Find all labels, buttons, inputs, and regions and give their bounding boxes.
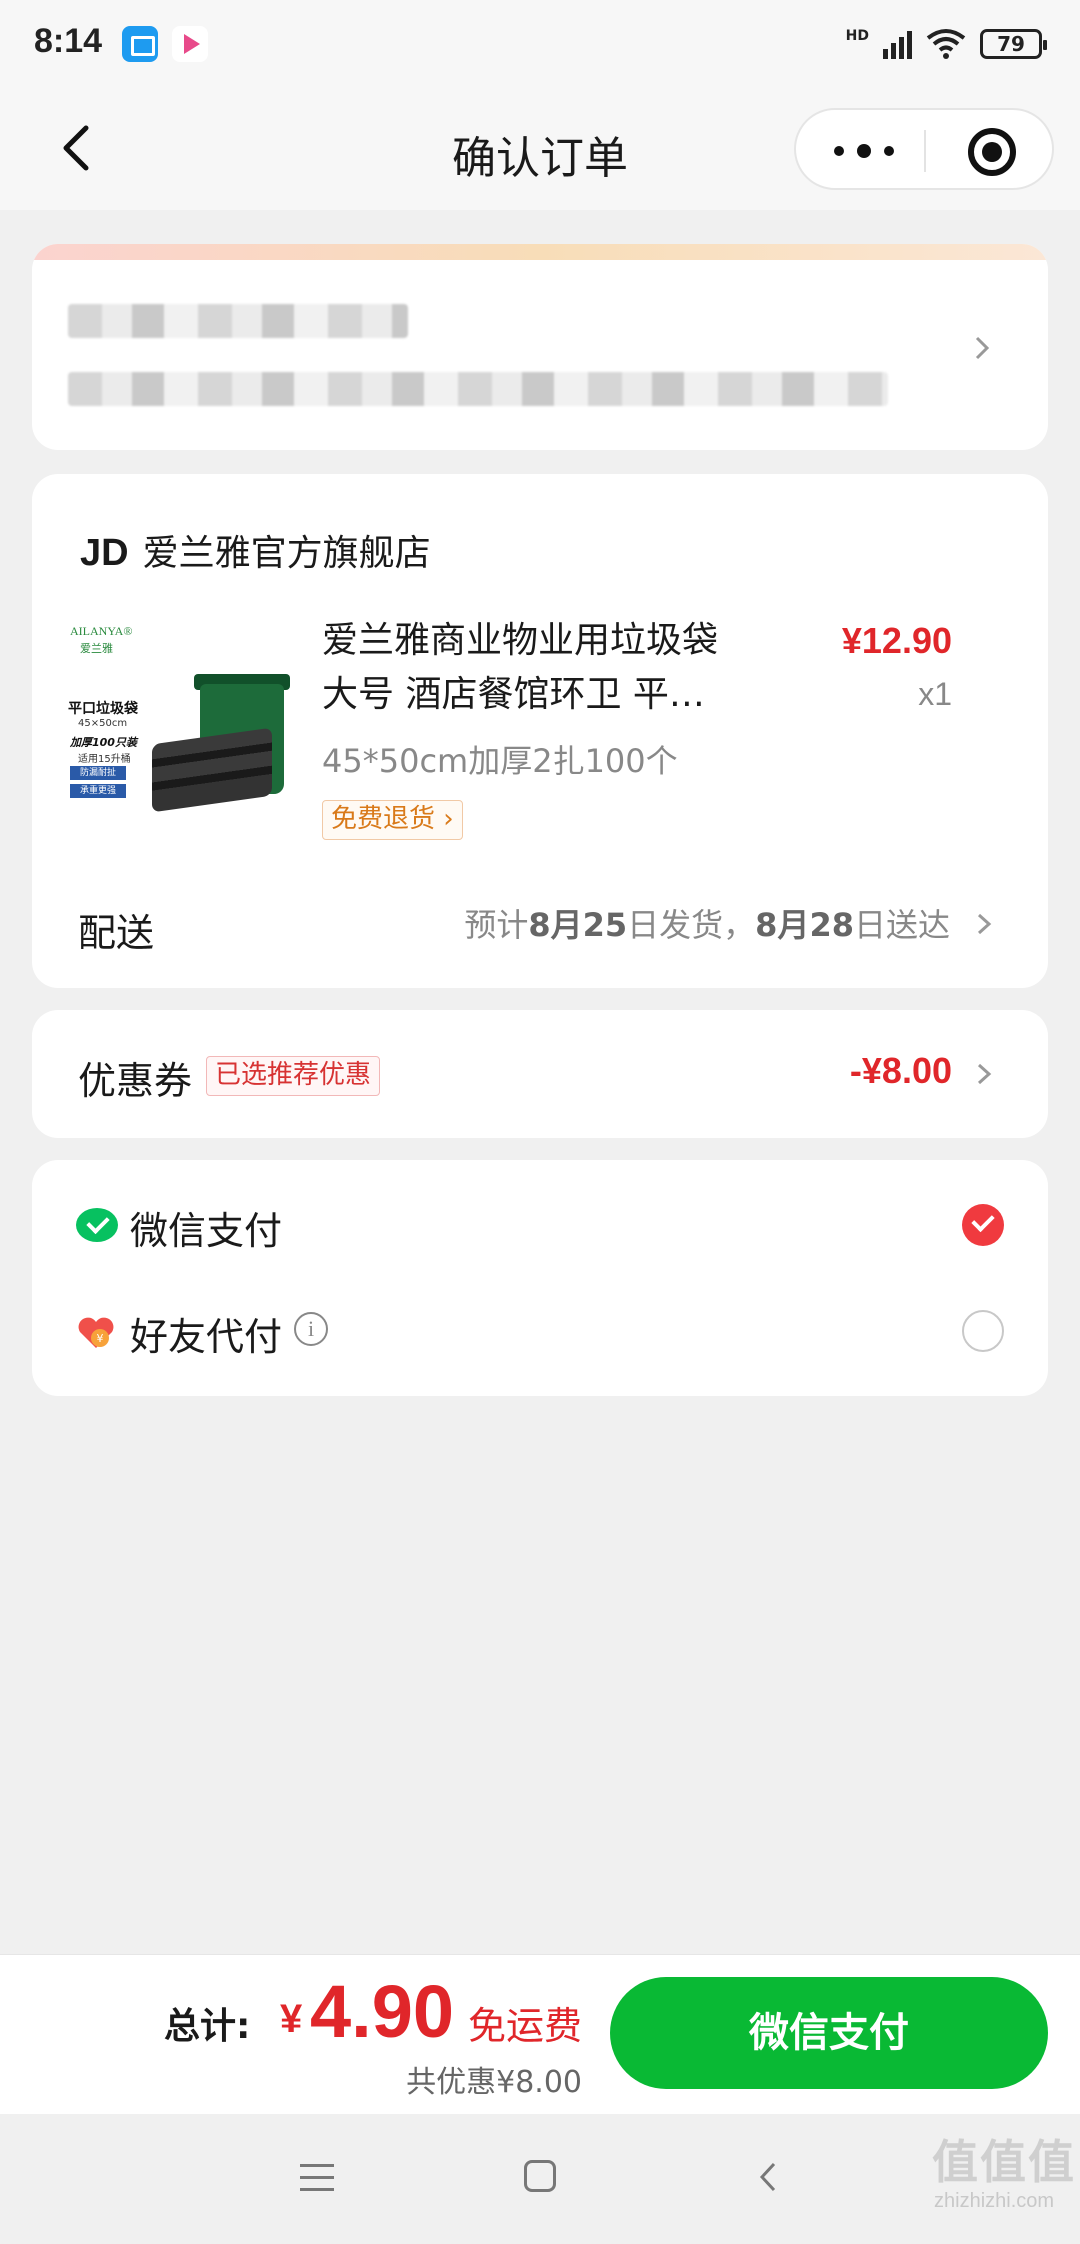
- wechat-pay-button[interactable]: 微信支付: [610, 1977, 1048, 2089]
- shipping-label: 配送: [78, 911, 155, 955]
- product-image-size: 45×50cm: [78, 718, 128, 729]
- svg-text:¥: ¥: [97, 1332, 104, 1345]
- payment-option-wechat[interactable]: 微信支付: [32, 1176, 1048, 1276]
- coupon-value: -¥8.00: [849, 1050, 952, 1091]
- info-icon[interactable]: i: [294, 1312, 328, 1346]
- coupon-card[interactable]: 优惠券 已选推荐优惠 -¥8.00: [32, 1010, 1048, 1138]
- product-spec: 45*50cm加厚2扎100个: [322, 742, 678, 780]
- signal-icon: [883, 29, 912, 59]
- more-icon[interactable]: [834, 140, 894, 162]
- shop-header[interactable]: JD 爱兰雅官方旗舰店: [80, 524, 431, 576]
- app-icon: [122, 26, 158, 62]
- ship-date: 8月25: [528, 906, 628, 944]
- discount-summary: 共优惠¥8.00: [406, 2065, 582, 2100]
- order-card: JD 爱兰雅官方旗舰店 AILANYA® 爱兰雅 平口垃圾袋 45×50cm 加厚…: [32, 474, 1048, 988]
- checkout-bar: 总计: ¥ 4.90 免运费 共优惠¥8.00 微信支付: [0, 1954, 1080, 2114]
- free-return-badge[interactable]: 免费退货 ›: [322, 800, 463, 840]
- product-image-brand-cn: 爱兰雅: [80, 642, 113, 655]
- product-price: ¥12.90: [841, 620, 952, 661]
- chevron-right-icon: [977, 1063, 992, 1085]
- nav-bar: 确认订单: [0, 90, 1080, 210]
- payment-card: 微信支付 ¥ 好友代付 i: [32, 1160, 1048, 1396]
- address-name-blurred: [68, 304, 408, 338]
- shop-name: 爱兰雅官方旗舰店: [142, 533, 431, 574]
- wifi-icon: [926, 29, 966, 59]
- system-back-icon[interactable]: [752, 2160, 786, 2194]
- chevron-right-icon: [977, 913, 992, 935]
- address-card[interactable]: [32, 244, 1048, 450]
- shipping-info[interactable]: 预计8月25日发货，8月28日送达: [464, 900, 950, 946]
- product-image-brand: AILANYA®: [70, 624, 133, 638]
- total-amount: 4.90: [310, 1970, 455, 2053]
- friend-pay-icon: ¥: [78, 1317, 114, 1348]
- home-icon[interactable]: [524, 2160, 556, 2192]
- product-quantity: x1: [918, 676, 952, 712]
- arrive-date: 8月28: [755, 906, 854, 944]
- payment-label: 微信支付: [130, 1209, 283, 1253]
- status-indicators: HD 79: [845, 24, 1047, 64]
- free-shipping-label: 免运费: [468, 2004, 583, 2048]
- status-bar: 8:14 HD 79: [0, 0, 1080, 90]
- system-nav-bar: 值值值 zhizhizhi.com: [0, 2114, 1080, 2244]
- coupon-label: 优惠券: [78, 1059, 193, 1103]
- capsule-divider: [924, 130, 926, 172]
- jd-logo: JD: [80, 532, 129, 574]
- product-image-tag: 防漏耐扯: [70, 766, 126, 780]
- menu-icon[interactable]: [300, 2164, 334, 2192]
- radio-checked-icon[interactable]: [962, 1204, 1004, 1246]
- radio-empty-icon[interactable]: [962, 1310, 1004, 1352]
- close-target-icon[interactable]: [968, 128, 1016, 176]
- mini-program-capsule: [794, 108, 1054, 190]
- watermark-url: zhizhizhi.com: [934, 2190, 1055, 2212]
- address-detail-blurred: [68, 372, 888, 406]
- chevron-right-icon: [975, 336, 990, 360]
- network-label: HD: [845, 28, 869, 44]
- shipping-suffix: 日送达: [853, 906, 950, 944]
- shipping-prefix: 预计: [464, 906, 529, 944]
- payment-option-friend[interactable]: ¥ 好友代付 i: [32, 1282, 1048, 1382]
- product-image-title: 平口垃圾袋: [68, 701, 138, 717]
- coupon-tag: 已选推荐优惠: [206, 1056, 381, 1096]
- shipping-mid: 日发货，: [627, 906, 756, 944]
- video-app-icon: [172, 26, 208, 62]
- battery-icon: 79: [980, 29, 1047, 59]
- product-title[interactable]: 爱兰雅商业物业用垃圾袋 大号 酒店餐馆环卫 平…: [322, 614, 762, 722]
- total-currency: ¥: [280, 1997, 303, 2041]
- product-image-tag: 承重更强: [70, 784, 126, 798]
- status-time: 8:14: [34, 22, 103, 60]
- wechat-pay-icon: [76, 1208, 118, 1242]
- watermark-logo: 值值值: [932, 2135, 1076, 2189]
- product-image-fit: 适用15升桶: [78, 754, 131, 765]
- total-label: 总计:: [164, 2006, 251, 2047]
- payment-label: 好友代付: [130, 1315, 283, 1359]
- address-decor-band: [32, 244, 1048, 260]
- product-image-thick: 加厚100只装: [70, 736, 137, 749]
